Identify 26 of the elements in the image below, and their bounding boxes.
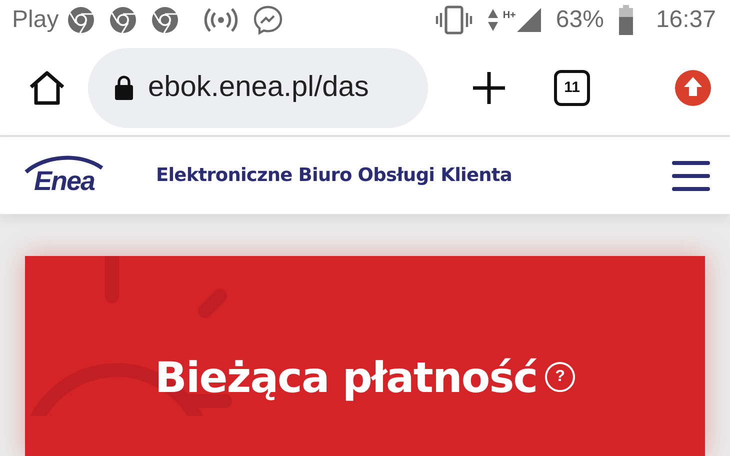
chrome-icon	[150, 6, 179, 34]
battery-icon	[618, 5, 634, 36]
site-title: Elektroniczne Biuro Obsługi Klienta	[156, 165, 512, 186]
url-text: ebok.enea.pl/das	[148, 71, 369, 104]
lock-icon	[114, 74, 134, 101]
battery-percent: 63%	[556, 6, 604, 34]
chrome-icon	[108, 6, 137, 34]
hotspot-icon	[202, 7, 239, 34]
update-button[interactable]	[674, 68, 712, 107]
payment-title: Bieżąca płatność	[154, 352, 538, 404]
data-arrows-icon	[486, 7, 499, 34]
address-bar[interactable]: ebok.enea.pl/das	[88, 48, 428, 128]
home-button[interactable]	[28, 70, 66, 106]
tab-switcher-button[interactable]: 11	[554, 70, 590, 106]
signal-icon	[516, 7, 542, 34]
enea-logo[interactable]: Enea	[24, 154, 130, 198]
vibrate-icon	[434, 5, 473, 36]
messenger-icon	[252, 5, 283, 36]
carrier-name: Play	[12, 6, 59, 34]
clock-time: 16:37	[656, 6, 716, 34]
help-button[interactable]: ?	[545, 362, 576, 392]
new-tab-button[interactable]	[472, 70, 506, 105]
network-type: H+	[502, 10, 516, 21]
logo-text: Enea	[34, 166, 95, 198]
menu-button[interactable]	[672, 160, 710, 191]
chrome-icon	[66, 6, 95, 34]
